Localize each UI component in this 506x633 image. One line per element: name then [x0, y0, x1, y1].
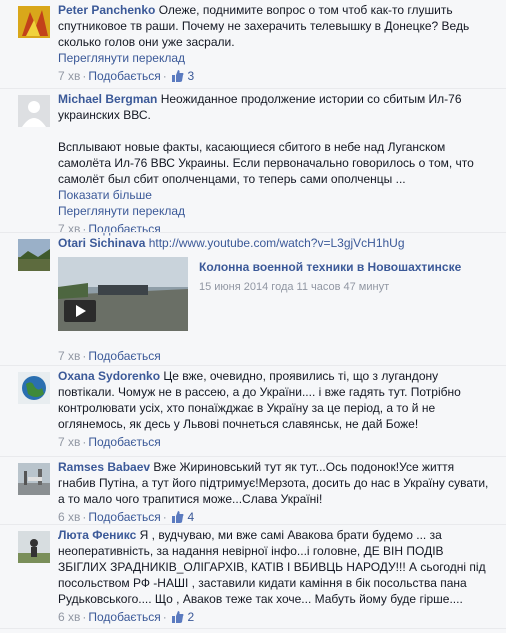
- like-thumb-icon: [172, 611, 184, 623]
- comment-actions: 7 хв · Подобається · 3: [58, 69, 195, 83]
- comment-actions: 7 хв · Подобається: [58, 349, 161, 363]
- avatar[interactable]: [18, 239, 50, 271]
- video-thumbnail[interactable]: [58, 257, 188, 331]
- comment-author[interactable]: Michael Bergman: [58, 92, 157, 106]
- see-more-link[interactable]: Показати більше: [58, 188, 152, 202]
- comment-author[interactable]: Ramses Babaev: [58, 460, 150, 474]
- video-preview[interactable]: Колонна военной техники в Новошахтинске …: [58, 257, 498, 331]
- comment-actions: 7 хв · Подобається: [58, 435, 161, 449]
- video-title[interactable]: Колонна военной техники в Новошахтинске: [199, 260, 461, 274]
- comment-item: Ramses Babaev Вже Жириновський тут як ту…: [0, 456, 506, 525]
- comment-actions: 6 хв · Подобається · 4: [58, 510, 195, 524]
- comments-feed: Peter Panchenko Олеже, поднимите вопрос …: [0, 0, 506, 633]
- comment-author[interactable]: Oxana Sydorenko: [58, 369, 160, 383]
- comment-text-continued: Всплывают новые факты, касающиеся сбитог…: [58, 140, 474, 186]
- like-thumb-icon: [172, 70, 184, 82]
- avatar[interactable]: [18, 372, 50, 404]
- comment-item: Peter Panchenko Олеже, поднимите вопрос …: [0, 0, 506, 92]
- comment-time[interactable]: 7 хв: [58, 435, 80, 449]
- comment-item: Oxana Sydorenko Це вже, очевидно, прояви…: [0, 365, 506, 450]
- comment-item: Люта Феникс Я , вудчуваю, ми вже самі Ав…: [0, 524, 506, 629]
- play-icon[interactable]: [64, 300, 96, 322]
- comment-time[interactable]: 7 хв: [58, 69, 80, 83]
- video-date: 15 июня 2014 года 11 часов 47 минут: [199, 281, 390, 293]
- avatar[interactable]: [18, 531, 50, 563]
- see-translation-link[interactable]: Переглянути переклад: [58, 204, 185, 218]
- like-count[interactable]: 3: [187, 69, 194, 83]
- like-link[interactable]: Подобається: [88, 610, 160, 624]
- comment-item: Michael Bergman Неожиданное продолжение …: [0, 88, 506, 236]
- like-link[interactable]: Подобається: [88, 510, 160, 524]
- like-count[interactable]: 2: [187, 610, 194, 624]
- comment-body: Люта Феникс Я , вудчуваю, ми вже самі Ав…: [58, 527, 494, 625]
- see-translation-link[interactable]: Переглянути переклад: [58, 51, 185, 65]
- comment-time[interactable]: 6 хв: [58, 510, 80, 524]
- comment-body: Ramses Babaev Вже Жириновський тут як ту…: [58, 459, 494, 525]
- like-thumb-icon: [172, 511, 184, 523]
- comment-item-partial: [0, 628, 506, 633]
- comment-author[interactable]: Otari Sichinava: [58, 236, 145, 250]
- comment-author[interactable]: Peter Panchenko: [58, 3, 155, 17]
- avatar[interactable]: [18, 463, 50, 495]
- comment-body: Peter Panchenko Олеже, поднимите вопрос …: [58, 2, 494, 84]
- comment-time[interactable]: 7 хв: [58, 349, 80, 363]
- comment-body: Oxana Sydorenko Це вже, очевидно, прояви…: [58, 368, 494, 450]
- comment-body: Michael Bergman Неожиданное продолжение …: [58, 91, 494, 237]
- avatar[interactable]: [18, 95, 50, 127]
- comment-author[interactable]: Люта Феникс: [58, 528, 136, 542]
- like-count[interactable]: 4: [187, 510, 194, 524]
- comment-item: Otari Sichinava http://www.youtube.com/w…: [0, 232, 506, 363]
- avatar[interactable]: [18, 6, 50, 38]
- comment-actions: 6 хв · Подобається · 2: [58, 610, 195, 624]
- comment-time[interactable]: 6 хв: [58, 610, 80, 624]
- like-link[interactable]: Подобається: [88, 435, 160, 449]
- like-link[interactable]: Подобається: [88, 349, 160, 363]
- comment-url-link[interactable]: http://www.youtube.com/watch?v=L3gjVcH1h…: [149, 236, 405, 250]
- comment-body: Otari Sichinava http://www.youtube.com/w…: [58, 235, 494, 251]
- like-link[interactable]: Подобається: [88, 69, 160, 83]
